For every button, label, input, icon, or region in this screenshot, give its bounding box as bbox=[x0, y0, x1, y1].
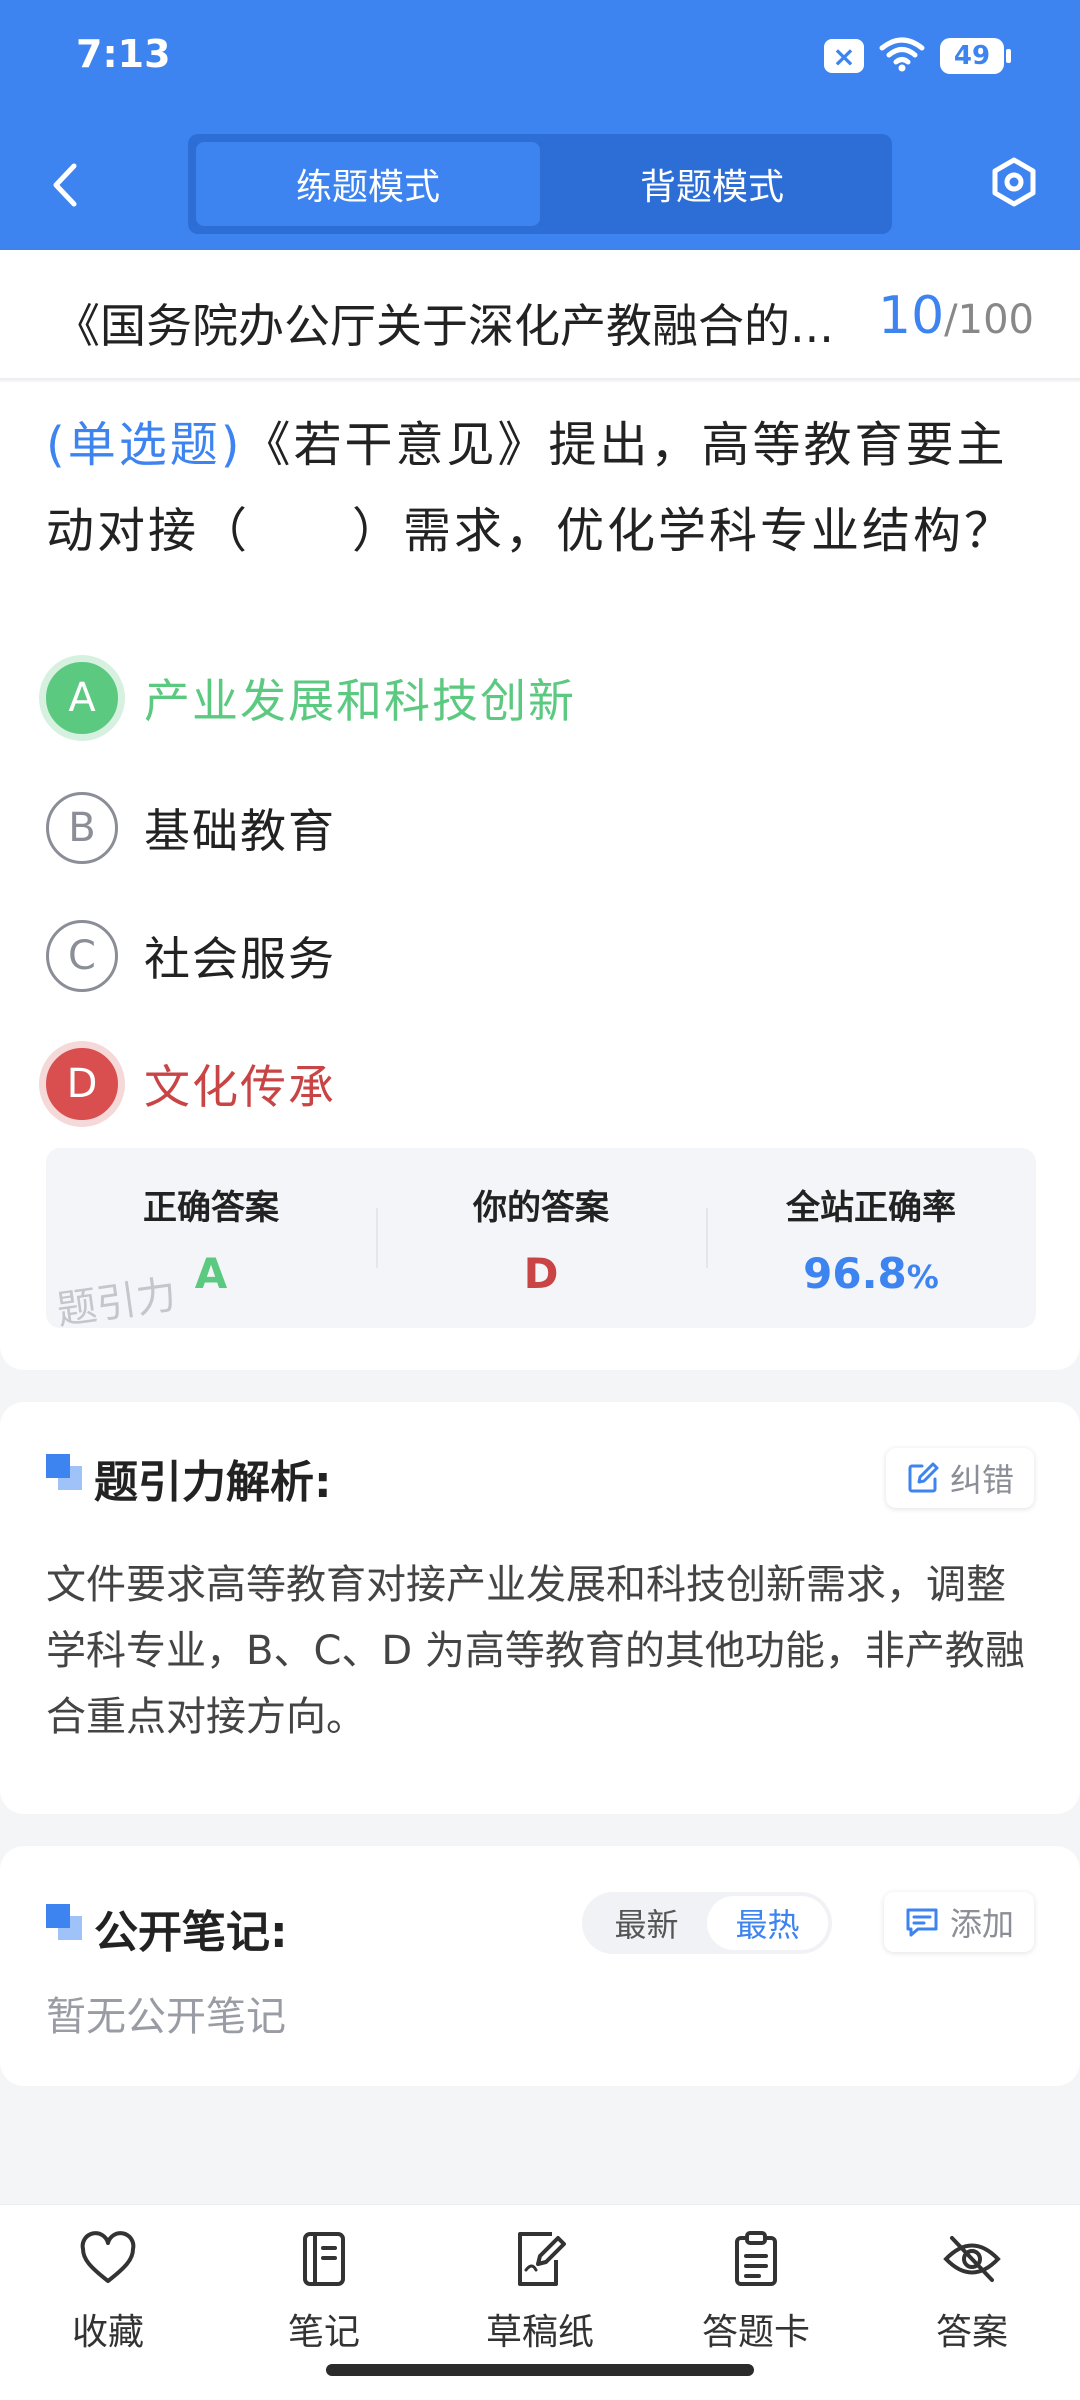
nav-draft-paper-label: 草稿纸 bbox=[485, 2312, 594, 2353]
option-d[interactable]: D 文化传承 bbox=[46, 1048, 336, 1120]
correct-answer-label: 正确答案 bbox=[143, 1188, 279, 1228]
heart-icon bbox=[76, 2227, 140, 2291]
explanation-card: 题引力解析: 纠错 文件要求高等教育对接产业发展和科技创新需求，调整学科专业，B… bbox=[0, 1402, 1080, 1814]
eye-off-icon bbox=[940, 2227, 1004, 2291]
option-c[interactable]: C 社会服务 bbox=[46, 920, 336, 992]
your-answer-label: 你的答案 bbox=[473, 1188, 609, 1228]
status-time: 7:13 bbox=[76, 32, 171, 76]
nav-show-answer-label: 答案 bbox=[935, 2312, 1008, 2353]
progress-total: /100 bbox=[944, 297, 1034, 343]
top-app-bar: 7:13 × 49 练题模式 背题模式 bbox=[0, 0, 1080, 250]
nav-favorite-label: 收藏 bbox=[71, 2312, 144, 2353]
answer-summary: 正确答案 A 题引力 你的答案 D 全站正确率 96.8% bbox=[46, 1148, 1036, 1334]
notification-x-icon: × bbox=[824, 39, 864, 73]
accuracy-value: 96.8% bbox=[706, 1249, 1036, 1298]
nav-notes-label: 笔记 bbox=[287, 2312, 360, 2353]
notes-title: 公开笔记: bbox=[94, 1907, 288, 1958]
edit-icon bbox=[908, 1462, 939, 1493]
accuracy-label: 全站正确率 bbox=[786, 1188, 956, 1228]
option-c-text: 社会服务 bbox=[144, 932, 336, 986]
notes-empty-text: 暂无公开笔记 bbox=[46, 1994, 286, 2040]
report-error-button[interactable]: 纠错 bbox=[885, 1448, 1034, 1508]
document-title-row: 《国务院办公厅关于深化产教融合的... 10/100 bbox=[0, 250, 1080, 380]
comment-icon bbox=[906, 1908, 938, 1937]
accuracy-unit: % bbox=[906, 1258, 939, 1296]
option-a[interactable]: A 产业发展和科技创新 bbox=[46, 662, 576, 734]
option-d-letter: D bbox=[46, 1048, 118, 1120]
option-b-text: 基础教育 bbox=[144, 804, 336, 858]
answer-card-icon bbox=[724, 2227, 788, 2291]
add-note-button[interactable]: 添加 bbox=[883, 1892, 1034, 1952]
tab-review-mode[interactable]: 背题模式 bbox=[540, 142, 884, 226]
report-error-label: 纠错 bbox=[949, 1461, 1014, 1499]
mode-toggle: 练题模式 背题模式 bbox=[188, 134, 892, 234]
question-text: (单选题)《若干意见》提出，高等教育要主动对接（ ）需求，优化学科专业结构？ bbox=[46, 402, 1036, 574]
option-b[interactable]: B 基础教育 bbox=[46, 792, 336, 864]
nav-favorite[interactable]: 收藏 bbox=[0, 2205, 216, 2400]
nav-answer-card-label: 答题卡 bbox=[701, 2312, 810, 2353]
accuracy-col: 全站正确率 96.8% bbox=[706, 1148, 1036, 1328]
accuracy-number: 96.8 bbox=[803, 1249, 907, 1298]
wifi-icon bbox=[878, 36, 926, 76]
notes-sort-toggle: 最新 最热 bbox=[582, 1892, 832, 1954]
status-icons: × 49 bbox=[824, 36, 1011, 76]
draft-paper-icon bbox=[508, 2227, 572, 2291]
nav-show-answer[interactable]: 答案 bbox=[864, 2205, 1080, 2400]
sort-hottest-tab[interactable]: 最热 bbox=[707, 1896, 828, 1950]
add-note-label: 添加 bbox=[949, 1905, 1014, 1943]
battery-indicator: 49 bbox=[940, 38, 1011, 74]
tab-practice-mode[interactable]: 练题模式 bbox=[196, 142, 540, 226]
option-b-letter: B bbox=[46, 792, 118, 864]
question-progress[interactable]: 10/100 bbox=[878, 286, 1034, 346]
back-button[interactable] bbox=[40, 150, 90, 220]
correct-answer-col: 正确答案 A 题引力 bbox=[46, 1148, 376, 1334]
question-type: (单选题) bbox=[46, 417, 243, 473]
option-d-text: 文化传承 bbox=[144, 1060, 336, 1114]
explanation-text: 文件要求高等教育对接产业发展和科技创新需求，调整学科专业，B、C、D 为高等教育… bbox=[46, 1562, 1025, 1740]
document-title: 《国务院办公厅关于深化产教融合的... bbox=[54, 299, 834, 353]
question-card: (单选题)《若干意见》提出，高等教育要主动对接（ ）需求，优化学科专业结构？ A… bbox=[0, 382, 1080, 1370]
your-answer-value: D bbox=[523, 1249, 559, 1298]
explanation-title: 题引力解析: bbox=[94, 1457, 332, 1508]
gear-icon bbox=[992, 157, 1036, 207]
section-square-icon bbox=[46, 1454, 82, 1490]
option-a-text: 产业发展和科技创新 bbox=[144, 674, 576, 728]
option-c-letter: C bbox=[46, 920, 118, 992]
section-square-icon bbox=[46, 1904, 82, 1940]
settings-button[interactable] bbox=[986, 154, 1042, 210]
your-answer-col: 你的答案 D bbox=[376, 1148, 706, 1328]
chevron-left-icon bbox=[53, 163, 77, 207]
public-notes-card: 公开笔记: 最新 最热 添加 暂无公开笔记 bbox=[0, 1846, 1080, 2086]
progress-current: 10 bbox=[878, 286, 945, 346]
sort-newest-tab[interactable]: 最新 bbox=[586, 1896, 707, 1950]
notebook-icon bbox=[292, 2227, 356, 2291]
home-indicator[interactable] bbox=[326, 2364, 754, 2376]
option-a-letter: A bbox=[46, 662, 118, 734]
